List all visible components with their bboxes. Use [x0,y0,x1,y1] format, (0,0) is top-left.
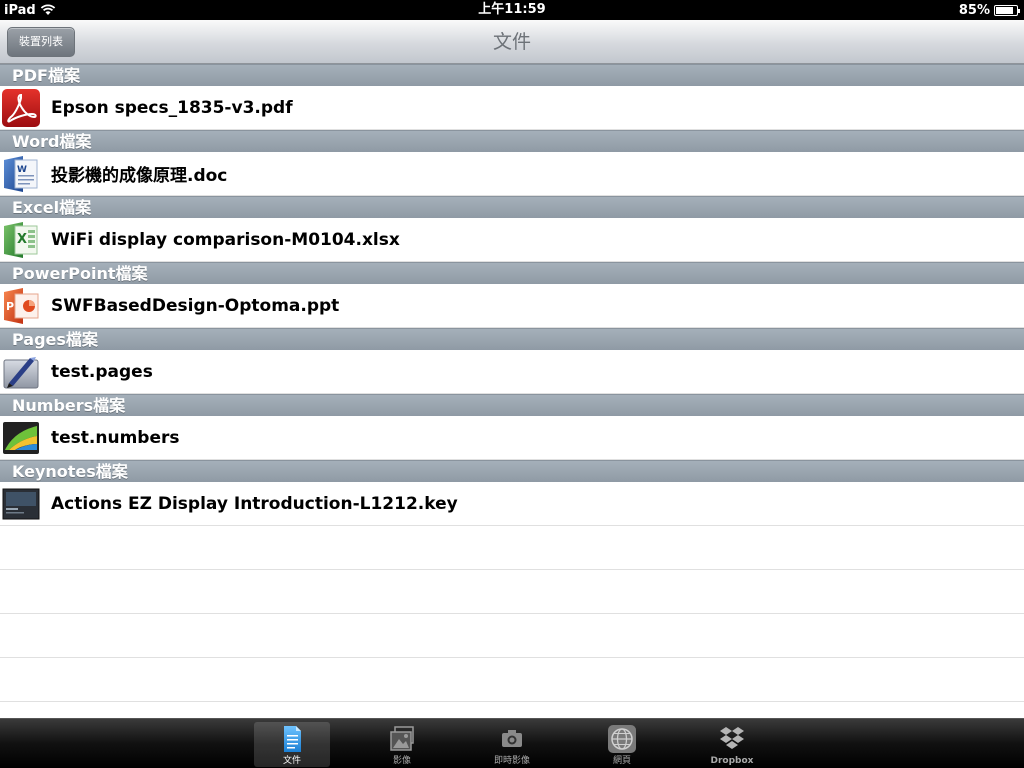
section-header-pdf: PDF檔案 [0,64,1024,86]
navigation-bar: 裝置列表 文件 [0,20,1024,64]
empty-row [0,658,1024,702]
file-name: SWFBasedDesign-Optoma.ppt [51,295,340,316]
file-name: Actions EZ Display Introduction-L1212.ke… [51,493,458,514]
status-right: 85% [958,0,1020,20]
tab-web[interactable]: 網頁 [584,722,660,767]
battery-fill [996,6,1013,14]
file-row-numbers[interactable]: test.numbers [0,416,1024,460]
powerpoint-icon: P [1,286,41,326]
camera-icon [497,724,527,754]
tab-label: Dropbox [710,756,754,766]
empty-row [0,702,1024,718]
section-header-excel: Excel檔案 [0,196,1024,218]
file-name: test.numbers [51,427,180,448]
tab-live-camera[interactable]: 即時影像 [474,722,550,767]
section-header-powerpoint: PowerPoint檔案 [0,262,1024,284]
section-header-word: Word檔案 [0,130,1024,152]
tab-dropbox[interactable]: Dropbox [694,722,770,767]
page-title: 文件 [492,31,531,53]
pages-icon [1,352,41,392]
tab-documents[interactable]: 文件 [254,722,330,767]
status-bar: iPad 上午11:59 85% [0,0,1024,20]
empty-row [0,614,1024,658]
globe-icon [607,724,637,754]
pdf-icon [1,88,41,128]
empty-row [0,570,1024,614]
word-icon: W [1,154,41,194]
tab-label: 文件 [282,756,301,766]
numbers-icon [1,418,41,458]
tab-photos[interactable]: 影像 [364,722,440,767]
file-row-keynote[interactable]: Actions EZ Display Introduction-L1212.ke… [0,482,1024,526]
status-time: 上午11:59 [478,2,546,17]
file-name: test.pages [51,361,153,382]
section-header-keynote: Keynotes檔案 [0,460,1024,482]
tab-label: 即時影像 [493,756,530,766]
battery-percent: 85% [958,2,990,18]
document-icon [277,724,307,754]
dropbox-icon [717,724,747,754]
file-name: 投影機的成像原理.doc [51,166,228,186]
svg-text:X: X [17,232,27,247]
section-header-pages: Pages檔案 [0,328,1024,350]
empty-row [0,526,1024,570]
tab-label: 影像 [392,756,411,766]
svg-text:W: W [17,165,27,175]
file-name: WiFi display comparison-M0104.xlsx [51,229,400,250]
excel-icon: X [1,220,41,260]
photos-icon [387,724,417,754]
file-list: PDF檔案 Epson specs_1835-v3.pdf Word檔案 W 投… [0,64,1024,718]
file-row-pages[interactable]: test.pages [0,350,1024,394]
battery-icon [994,4,1020,16]
svg-text:P: P [6,300,14,313]
section-header-numbers: Numbers檔案 [0,394,1024,416]
file-row-pdf[interactable]: Epson specs_1835-v3.pdf [0,86,1024,130]
tab-label: 網頁 [612,756,631,766]
file-row-word[interactable]: W 投影機的成像原理.doc [0,152,1024,196]
file-row-powerpoint[interactable]: P SWFBasedDesign-Optoma.ppt [0,284,1024,328]
tab-bar: 文件 影像 即時影像 網頁 Dropbox [0,718,1024,768]
keynote-icon [1,484,41,524]
file-row-excel[interactable]: X WiFi display comparison-M0104.xlsx [0,218,1024,262]
file-name: Epson specs_1835-v3.pdf [51,97,293,118]
